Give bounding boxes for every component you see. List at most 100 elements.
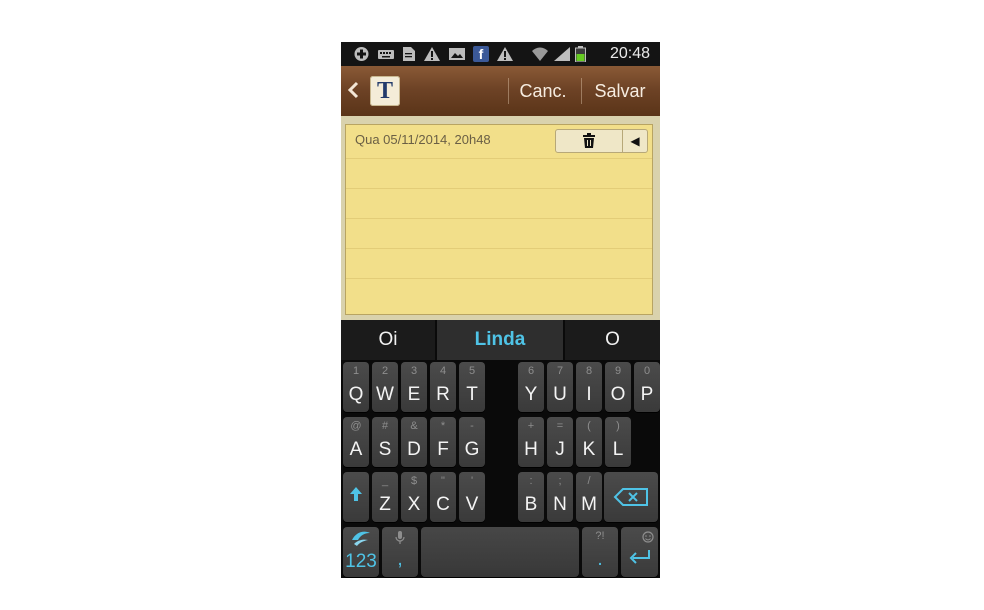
note-line [346,218,652,219]
shift-arrow-icon [343,486,369,507]
emoji-icon [642,530,654,548]
key-i[interactable]: 8I [576,362,602,412]
key-r[interactable]: 4R [430,362,456,412]
cancel-button[interactable]: Canc. [511,66,575,116]
collapse-button[interactable]: ◀ [623,130,647,152]
backspace-key[interactable] [604,472,658,522]
microphone-icon [382,530,418,549]
key-alt-label: + [527,420,535,432]
suggestion-2[interactable]: Linda [437,320,563,360]
key-alt-label: 6 [527,365,535,377]
key-f[interactable]: * F [430,417,456,467]
key-l[interactable]: ) L [605,417,631,467]
key-alt-label: * [440,420,446,432]
key-alt-label: ) [616,420,620,432]
divider [508,78,509,104]
key-alt-label: ( [587,420,591,432]
key-alt-label: $ [410,475,418,487]
key-w[interactable]: 2W [372,362,398,412]
space-key[interactable] [421,527,579,577]
key-label: X [407,494,421,515]
key-alt-label: & [410,420,418,432]
suggestion-1[interactable]: Oi [341,320,435,360]
key-alt-label: 7 [556,365,564,377]
app-logo: T [370,76,400,106]
period-key-label: . [597,549,603,570]
facebook-icon: f [473,46,489,62]
key-label: M [581,494,597,515]
enter-key[interactable] [621,527,658,577]
delete-button[interactable] [556,130,622,152]
key-q[interactable]: 1Q [343,362,369,412]
key-alt-label: 8 [585,365,593,377]
warning-icon [496,46,514,62]
swiftkey-keyboard: Oi Linda O 1 Q 2 W 3 E 4 R 5 T 6 Y 7 U 8 I 9 O 0 P @ A # S & D * F -… [341,320,660,578]
key-alt-label: " [441,475,445,487]
note-line [346,278,652,279]
key-alt-label: - [470,420,474,432]
warning-icon [423,46,441,62]
note-actions: ◀ [555,129,648,153]
key-d[interactable]: & D [401,417,427,467]
note-line [346,158,652,159]
numbers-key[interactable]: 123 [343,527,379,577]
key-label: A [349,439,363,460]
key-y[interactable]: 6Y [518,362,544,412]
note-editor[interactable]: Qua 05/11/2014, 20h48 ◀ [345,124,653,315]
key-label: S [378,439,392,460]
key-k[interactable]: (K [576,417,602,467]
save-button[interactable]: Salvar [584,66,656,116]
key-m[interactable]: / M [576,472,602,522]
suggestion-bar: Oi Linda O [341,320,660,360]
key-label: D [407,439,421,460]
wifi-icon [531,46,549,62]
key-j[interactable]: = J [547,417,573,467]
key-alt-label: 5 [468,365,476,377]
key-label: U [553,384,567,405]
phone-screen: f 20:48 T Canc. Salvar Qua 05/11/2014, 2… [341,42,660,578]
key-alt-label: : [529,475,533,487]
key-x[interactable]: $ X [401,472,427,522]
key-z[interactable]: _ Z [372,472,398,522]
key-alt-label: 2 [381,365,389,377]
image-icon [448,46,466,62]
key-e[interactable]: 3E [401,362,427,412]
key-label: Z [379,494,391,515]
key-label: Y [524,384,538,405]
shift-key[interactable] [343,472,369,522]
key-c[interactable]: " C [430,472,456,522]
key-s[interactable]: # S [372,417,398,467]
key-b[interactable]: :B [518,472,544,522]
key-alt-label: # [381,420,389,432]
clock: 20:48 [609,45,650,62]
enter-arrow-icon [621,548,658,569]
backspace-icon [604,487,658,512]
key-u[interactable]: 7U [547,362,573,412]
note-line [346,248,652,249]
back-icon[interactable] [347,78,361,107]
keyboard-icon [377,46,395,62]
signal-icon [553,46,571,62]
key-alt-label: 1 [352,365,360,377]
suggestion-3[interactable]: O [565,320,660,360]
key-v[interactable]: ' V [459,472,485,522]
triangle-left-icon: ◀ [630,134,640,148]
key-t[interactable]: 5T [459,362,485,412]
key-label: W [376,384,394,405]
key-g[interactable]: -G [459,417,485,467]
key-alt-label: 4 [439,365,447,377]
key-label: Q [348,384,364,405]
key-a[interactable]: @ A [343,417,369,467]
key-label: H [524,439,538,460]
key-o[interactable]: 9O [605,362,631,412]
key-h[interactable]: + H [518,417,544,467]
battery-icon [575,46,586,63]
note-line [346,188,652,189]
key-p[interactable]: 0P [634,362,660,412]
period-key[interactable]: ?!. [582,527,618,577]
key-alt-label: @ [350,420,362,432]
comma-key[interactable]: , [382,527,418,577]
key-n[interactable]: ; N [547,472,573,522]
trash-icon [581,133,597,156]
key-label: L [612,439,624,460]
